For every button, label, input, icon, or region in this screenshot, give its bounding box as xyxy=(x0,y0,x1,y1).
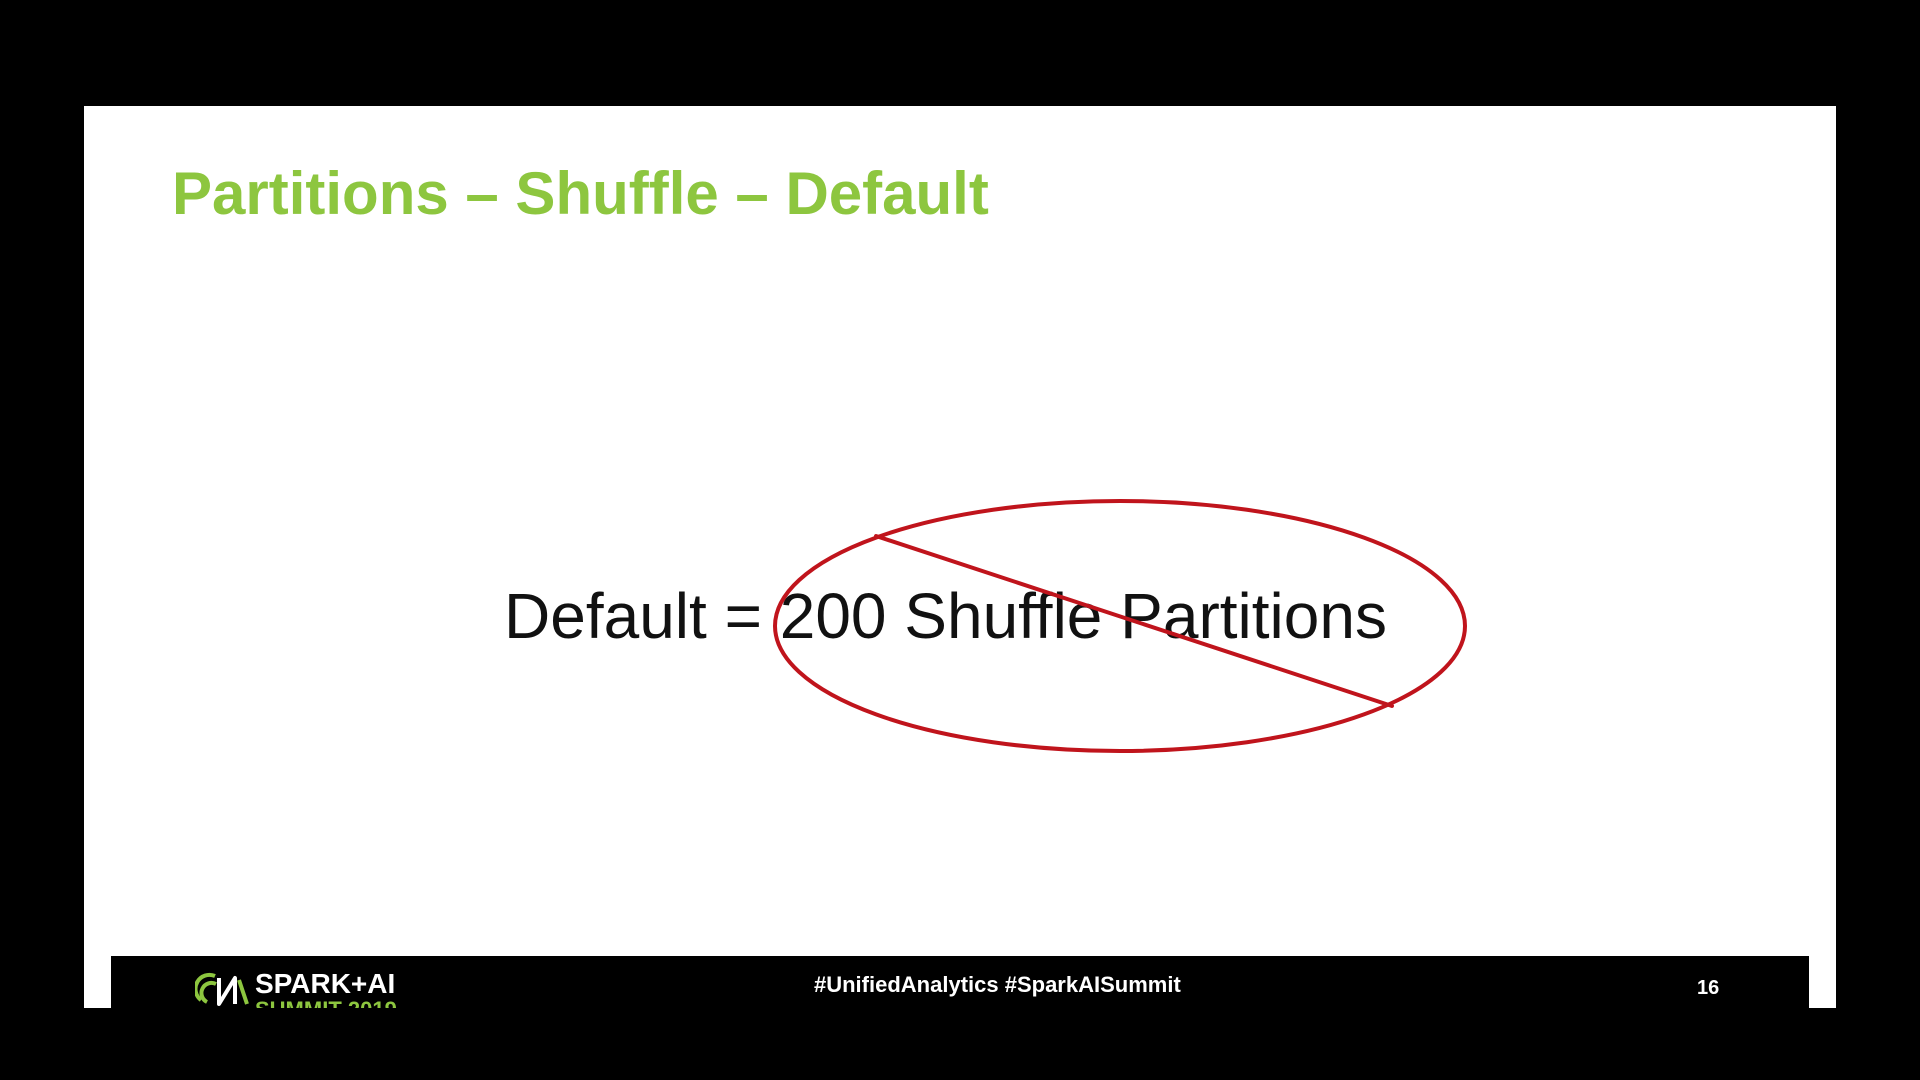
slide-title: Partitions – Shuffle – Default xyxy=(172,160,989,227)
presentation-slide: Partitions – Shuffle – Default Default =… xyxy=(84,106,1836,1008)
slide-page-number: 16 xyxy=(1697,977,1720,999)
slide-footer: SPARK+AI SUMMIT 2019 #UnifiedAnalytics #… xyxy=(111,956,1809,1008)
logo-brand-text: SPARK+AI xyxy=(255,968,396,999)
slide-statement: Default = 200 Shuffle Partitions xyxy=(504,580,1387,652)
logo-subtitle-text: SUMMIT 2019 xyxy=(255,999,397,1009)
spark-ai-summit-logo-icon xyxy=(195,972,249,1006)
event-logo: SPARK+AI SUMMIT 2019 xyxy=(195,968,435,1008)
red-crossed-ellipse-icon xyxy=(773,499,1467,753)
footer-hashtags: #UnifiedAnalytics #SparkAISummit xyxy=(814,972,1181,997)
video-frame: Partitions – Shuffle – Default Default =… xyxy=(0,0,1920,1080)
